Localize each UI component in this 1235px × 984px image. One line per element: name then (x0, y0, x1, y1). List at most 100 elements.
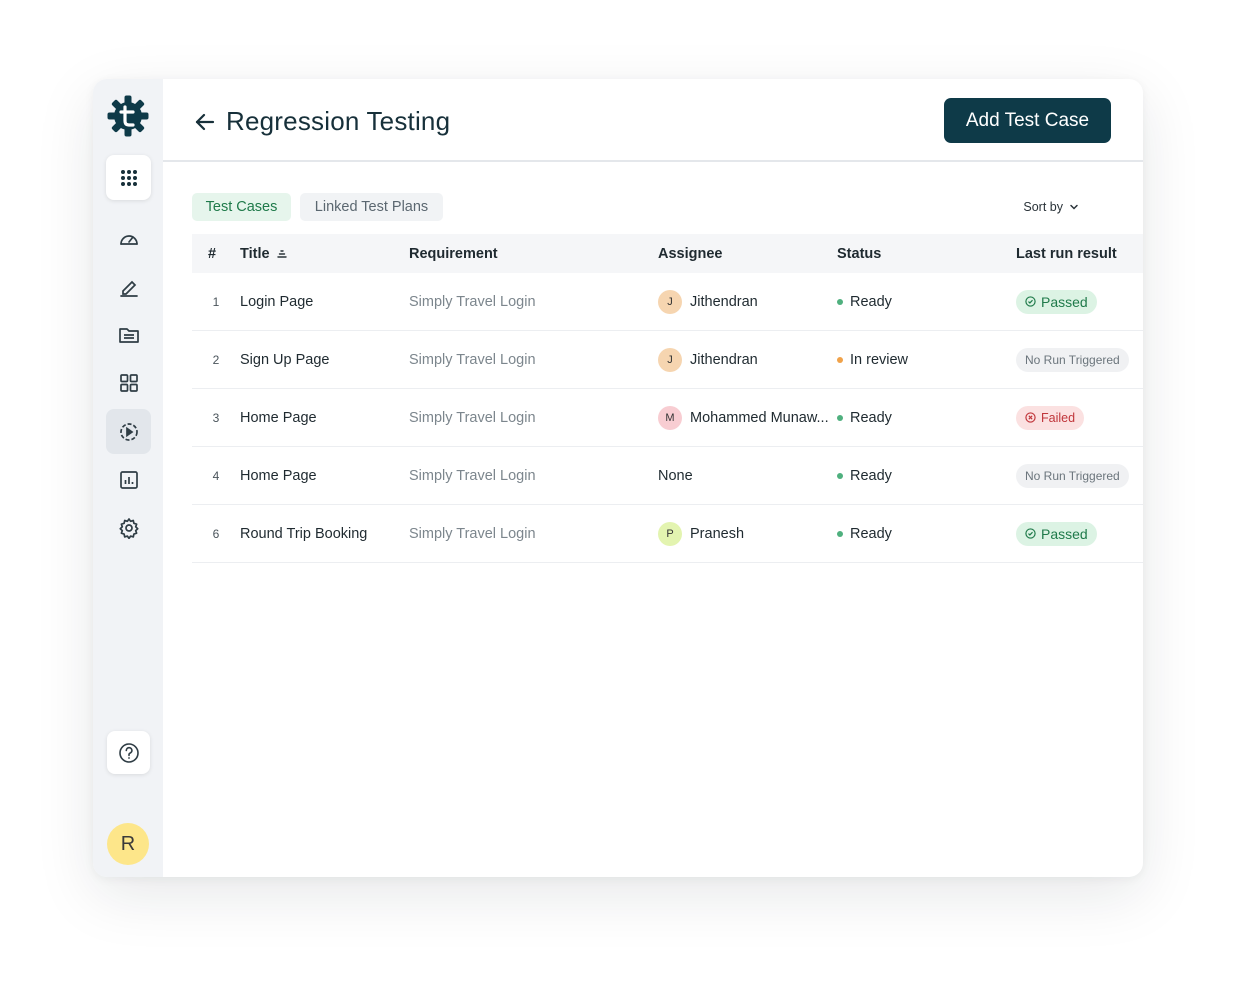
assignee-avatar: J (658, 289, 682, 314)
status-label: Ready (850, 525, 892, 542)
gear-t-logo[interactable] (106, 94, 150, 138)
row-title[interactable]: Home Page (240, 447, 317, 504)
header-last-run-result: Last run result (1016, 246, 1117, 262)
header-status: Status (837, 246, 882, 262)
row-status[interactable]: Ready (837, 389, 892, 446)
row-requirement[interactable]: Simply Travel Login (409, 447, 536, 504)
assignee-avatar: J (658, 347, 682, 372)
assignee-name: Jithendran (690, 351, 758, 368)
table-body: 1 Login Page Simply Travel Login J Jithendra… (192, 273, 1143, 563)
row-number: 2 (212, 352, 220, 367)
result-label: Passed (1041, 293, 1088, 310)
row-assignee[interactable]: J Jithendran (658, 273, 758, 330)
row-requirement[interactable]: Simply Travel Login (409, 331, 536, 388)
row-title[interactable]: Login Page (240, 273, 313, 330)
user-avatar[interactable]: R (107, 823, 149, 865)
table-header: # Title Requirement Assignee Status Last… (192, 234, 1143, 273)
status-dot (837, 414, 843, 421)
back-arrow-icon[interactable] (194, 111, 216, 133)
page-title: Regression Testing (226, 106, 451, 136)
speedometer-icon[interactable] (106, 216, 151, 261)
row-last-run-result: Passed (1016, 273, 1097, 330)
header-requirement: Requirement (409, 246, 498, 262)
status-dot (837, 530, 843, 537)
row-requirement[interactable]: Simply Travel Login (409, 389, 536, 446)
bar-chart-icon[interactable] (106, 457, 151, 502)
test-cases-table: # Title Requirement Assignee Status Last… (192, 234, 1143, 563)
header-number: # (208, 246, 217, 262)
result-label: Passed (1041, 525, 1088, 542)
row-title[interactable]: Sign Up Page (240, 331, 329, 388)
header-title[interactable]: Title (240, 246, 288, 262)
sort-by-label: Sort by (1023, 200, 1063, 214)
assignee-name: Jithendran (690, 293, 758, 310)
result-label: Failed (1041, 410, 1076, 425)
status-dot (837, 356, 843, 363)
assignee-avatar: M (658, 405, 682, 430)
status-label: Ready (850, 409, 892, 426)
apps-grid-icon[interactable] (106, 155, 151, 200)
status-dot (837, 298, 843, 305)
tab-linked-test-plans[interactable]: Linked Test Plans (300, 193, 443, 221)
status-label: In review (850, 351, 909, 368)
add-test-case-button[interactable]: Add Test Case (944, 98, 1111, 143)
row-requirement[interactable]: Simply Travel Login (409, 505, 536, 562)
status-dot (837, 472, 843, 479)
result-badge: Passed (1016, 521, 1097, 546)
assignee-name: Pranesh (690, 525, 745, 542)
row-assignee[interactable]: None (658, 447, 693, 504)
row-title[interactable]: Round Trip Booking (240, 505, 367, 562)
assignee-avatar: P (658, 521, 682, 546)
status-label: Ready (850, 467, 892, 484)
row-assignee[interactable]: J Jithendran (658, 331, 758, 388)
sort-by-dropdown[interactable]: Sort by (1023, 200, 1079, 214)
main-content: Regression Testing Add Test Case Test Ca… (163, 79, 1143, 877)
x-circle-icon (1025, 412, 1036, 423)
assignee-name: None (658, 467, 693, 484)
header-title-label: Title (240, 246, 270, 262)
assignee-name: Mohammed Munaw... (690, 409, 829, 426)
row-last-run-result: No Run Triggered (1016, 447, 1129, 504)
check-circle-icon (1025, 528, 1036, 539)
check-circle-icon (1025, 296, 1036, 307)
row-last-run-result: Passed (1016, 505, 1097, 562)
row-number: 3 (212, 410, 220, 425)
table-row[interactable]: 1 Login Page Simply Travel Login J Jithendra… (192, 273, 1143, 331)
row-status[interactable]: Ready (837, 273, 892, 330)
tab-test-cases[interactable]: Test Cases (192, 193, 291, 221)
row-requirement[interactable]: Simply Travel Login (409, 273, 536, 330)
help-icon[interactable] (107, 731, 150, 774)
table-row[interactable]: 2 Sign Up Page Simply Travel Login J Jithend… (192, 331, 1143, 389)
row-status[interactable]: Ready (837, 447, 892, 504)
row-title[interactable]: Home Page (240, 389, 317, 446)
result-badge: No Run Triggered (1016, 347, 1129, 372)
pen-icon[interactable] (106, 264, 151, 309)
table-row[interactable]: 4 Home Page Simply Travel Login None Ready No… (192, 447, 1143, 505)
row-number: 6 (212, 526, 220, 541)
dashboard-grid-icon[interactable] (106, 360, 151, 405)
row-number: 1 (212, 294, 220, 309)
table-row[interactable]: 6 Round Trip Booking Simply Travel Login P P… (192, 505, 1143, 563)
result-badge: No Run Triggered (1016, 463, 1129, 488)
result-badge: Passed (1016, 289, 1097, 314)
folder-icon[interactable] (106, 312, 151, 357)
row-last-run-result: No Run Triggered (1016, 331, 1129, 388)
settings-icon[interactable] (106, 505, 151, 550)
row-assignee[interactable]: P Pranesh (658, 505, 744, 562)
sort-ascending-icon (276, 250, 287, 258)
row-status[interactable]: In review (837, 331, 908, 388)
status-label: Ready (850, 293, 892, 310)
row-number: 4 (212, 468, 220, 483)
row-status[interactable]: Ready (837, 505, 892, 562)
header-assignee: Assignee (658, 246, 723, 262)
result-label: No Run Triggered (1025, 352, 1120, 367)
table-row[interactable]: 3 Home Page Simply Travel Login M Mohammed M… (192, 389, 1143, 447)
test-run-icon[interactable] (106, 409, 151, 454)
chevron-down-icon (1070, 204, 1078, 210)
app-window: R Regression Testing Add Test Case Test … (93, 79, 1143, 877)
sidebar: R (93, 79, 163, 877)
page-header: Regression Testing Add Test Case (163, 79, 1143, 162)
result-badge: Failed (1016, 405, 1085, 430)
row-assignee[interactable]: M Mohammed Munaw... (658, 389, 829, 446)
row-last-run-result: Failed (1016, 389, 1085, 446)
